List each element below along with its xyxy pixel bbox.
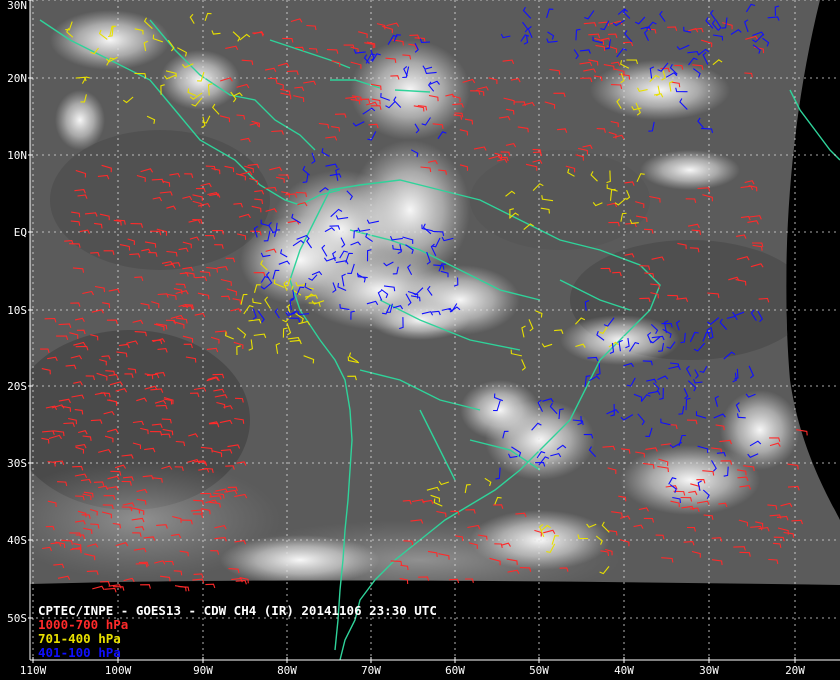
legend-entry-mid: 701-400 hPa [38, 631, 121, 646]
lon-label-110w: 110W [20, 664, 47, 677]
lat-label-30s: 30S [7, 457, 27, 470]
satellite-wind-map: 30N 20N 10N EQ 10S 20S 30S 40S 50S 110W 100W 90W 80… [0, 0, 840, 680]
lon-label-30w: 30W [699, 664, 719, 677]
lon-label-40w: 40W [614, 664, 634, 677]
lon-label-50w: 50W [529, 664, 549, 677]
lat-label-20s: 20S [7, 380, 27, 393]
legend-entry-low: 1000-700 hPa [38, 617, 128, 632]
lat-label-20n: 20N [7, 72, 27, 85]
lat-label-50s: 50S [7, 612, 27, 625]
lon-label-100w: 100W [105, 664, 132, 677]
lat-label-10n: 10N [7, 149, 27, 162]
lat-label-eq: EQ [14, 226, 27, 239]
lon-label-60w: 60W [445, 664, 465, 677]
legend-entry-high: 401-100 hPa [38, 645, 121, 660]
lon-label-70w: 70W [361, 664, 381, 677]
image-title: CPTEC/INPE - GOES13 - CDW CH4 (IR) 20141… [38, 603, 437, 618]
lat-label-30n: 30N [7, 0, 27, 12]
lon-label-90w: 90W [193, 664, 213, 677]
lat-label-10s: 10S [7, 304, 27, 317]
lon-label-80w: 80W [277, 664, 297, 677]
latitude-labels: 30N 20N 10N EQ 10S 20S 30S 40S 50S [7, 0, 33, 660]
lat-label-40s: 40S [7, 534, 27, 547]
lon-label-20w: 20W [785, 664, 805, 677]
